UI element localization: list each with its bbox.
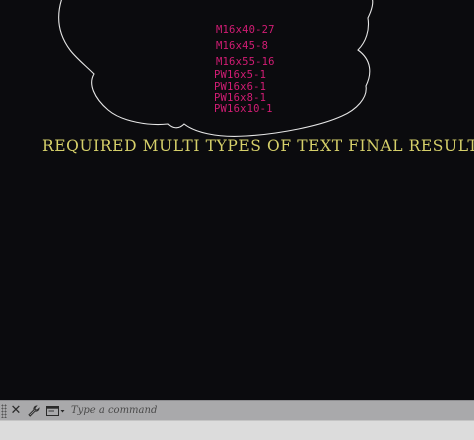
- command-input[interactable]: [67, 402, 474, 419]
- cad-text-pw16x5: PW16x5-1: [214, 69, 267, 81]
- command-line-bar: ✕: [0, 400, 474, 420]
- cad-text-m16x40: M16x40-27: [216, 24, 275, 36]
- cad-main-label: REQUIRED MULTI TYPES OF TEXT FINAL RESUL…: [42, 137, 474, 155]
- cad-text-pw16x8: PW16x8-1: [214, 92, 267, 104]
- cad-text-pw16x6: PW16x6-1: [214, 81, 267, 93]
- cad-text-m16x45: M16x45-8: [216, 40, 269, 52]
- wrench-icon-graphic: [28, 404, 40, 417]
- close-icon[interactable]: ✕: [9, 403, 23, 419]
- recent-commands-icon[interactable]: [45, 403, 67, 419]
- drag-grip-icon[interactable]: [1, 403, 7, 418]
- cad-text-m16x55: M16x55-16: [216, 56, 275, 68]
- wrench-icon[interactable]: [26, 403, 42, 419]
- drawing-canvas[interactable]: M16x40-27 M16x45-8 M16x55-16 PW16x5-1 PW…: [0, 0, 474, 400]
- recent-commands-icon-graphic: [46, 405, 65, 416]
- status-strip: [0, 420, 474, 440]
- cad-text-pw16x10: PW16x10-1: [214, 103, 273, 115]
